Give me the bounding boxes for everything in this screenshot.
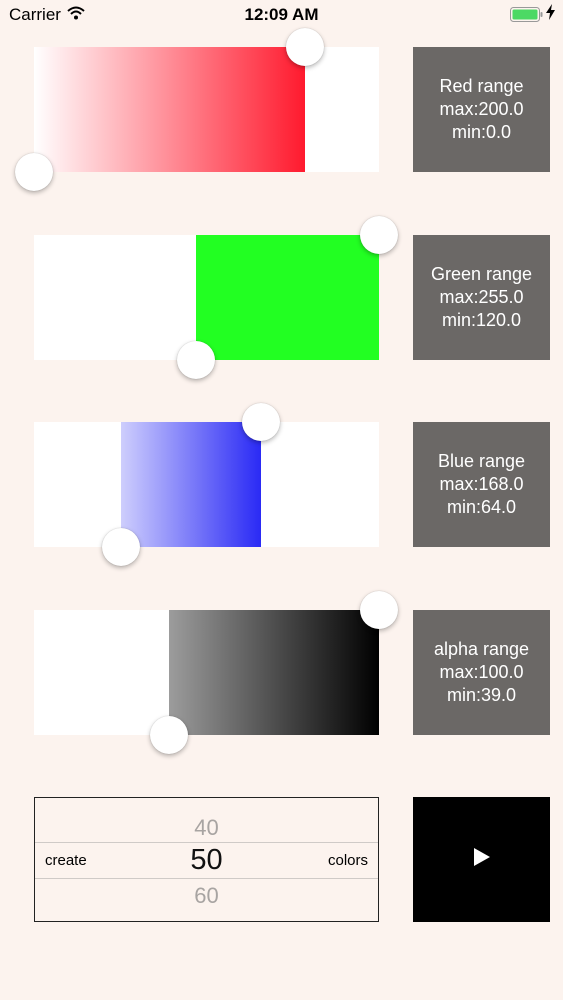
- green-max-thumb[interactable]: [360, 216, 398, 254]
- green-range-info: Green range max:255.0 min:120.0: [413, 235, 550, 360]
- status-bar: Carrier 12:09 AM: [0, 0, 563, 30]
- green-range-min: min:120.0: [441, 310, 522, 330]
- alpha-max-thumb[interactable]: [360, 591, 398, 629]
- charging-bolt-icon: [546, 4, 555, 23]
- alpha-range-fill: [168, 610, 379, 735]
- blue-range-slider[interactable]: [34, 403, 379, 566]
- green-range-slider[interactable]: [34, 216, 398, 379]
- alpha-min-thumb[interactable]: [149, 716, 188, 754]
- color-count-picker[interactable]: create colors 40 50 60: [34, 797, 379, 922]
- blue-range-min: min:64.0: [446, 497, 517, 517]
- alpha-range-title: alpha range: [433, 639, 530, 659]
- alpha-range-max: max:100.0: [439, 662, 524, 682]
- red-range-max: max:200.0: [439, 99, 524, 119]
- blue-range-title: Blue range: [437, 451, 526, 471]
- blue-range-fill: [120, 422, 262, 547]
- red-min-thumb[interactable]: [15, 153, 53, 191]
- play-button[interactable]: [413, 797, 550, 922]
- red-max-thumb[interactable]: [285, 28, 324, 66]
- green-range-fill: [196, 235, 379, 360]
- clock-time: 12:09 AM: [244, 5, 319, 24]
- blue-min-thumb[interactable]: [101, 528, 140, 566]
- play-icon: [473, 847, 491, 872]
- red-range-info: Red range max:200.0 min:0.0: [413, 47, 550, 172]
- picker-selection-top-line: [35, 842, 378, 843]
- green-range-max: max:255.0: [439, 287, 524, 307]
- blue-max-thumb[interactable]: [242, 403, 281, 441]
- red-range-fill: [34, 47, 305, 172]
- picker-prev-value[interactable]: 40: [35, 815, 378, 841]
- blue-range-info: Blue range max:168.0 min:64.0: [413, 422, 550, 547]
- green-min-thumb[interactable]: [177, 341, 216, 379]
- alpha-range-slider[interactable]: [34, 591, 398, 754]
- red-range-title: Red range: [439, 76, 524, 96]
- red-range-slider[interactable]: [15, 28, 379, 191]
- picker-selection-bottom-line: [35, 878, 378, 879]
- red-range-min: min:0.0: [451, 122, 512, 142]
- alpha-range-min: min:39.0: [446, 685, 517, 705]
- picker-next-value[interactable]: 60: [35, 883, 378, 909]
- battery-icon: [510, 7, 544, 28]
- green-range-title: Green range: [430, 264, 533, 284]
- blue-range-max: max:168.0: [439, 474, 524, 494]
- picker-selected-value[interactable]: 50: [35, 844, 378, 877]
- alpha-range-info: alpha range max:100.0 min:39.0: [413, 610, 550, 735]
